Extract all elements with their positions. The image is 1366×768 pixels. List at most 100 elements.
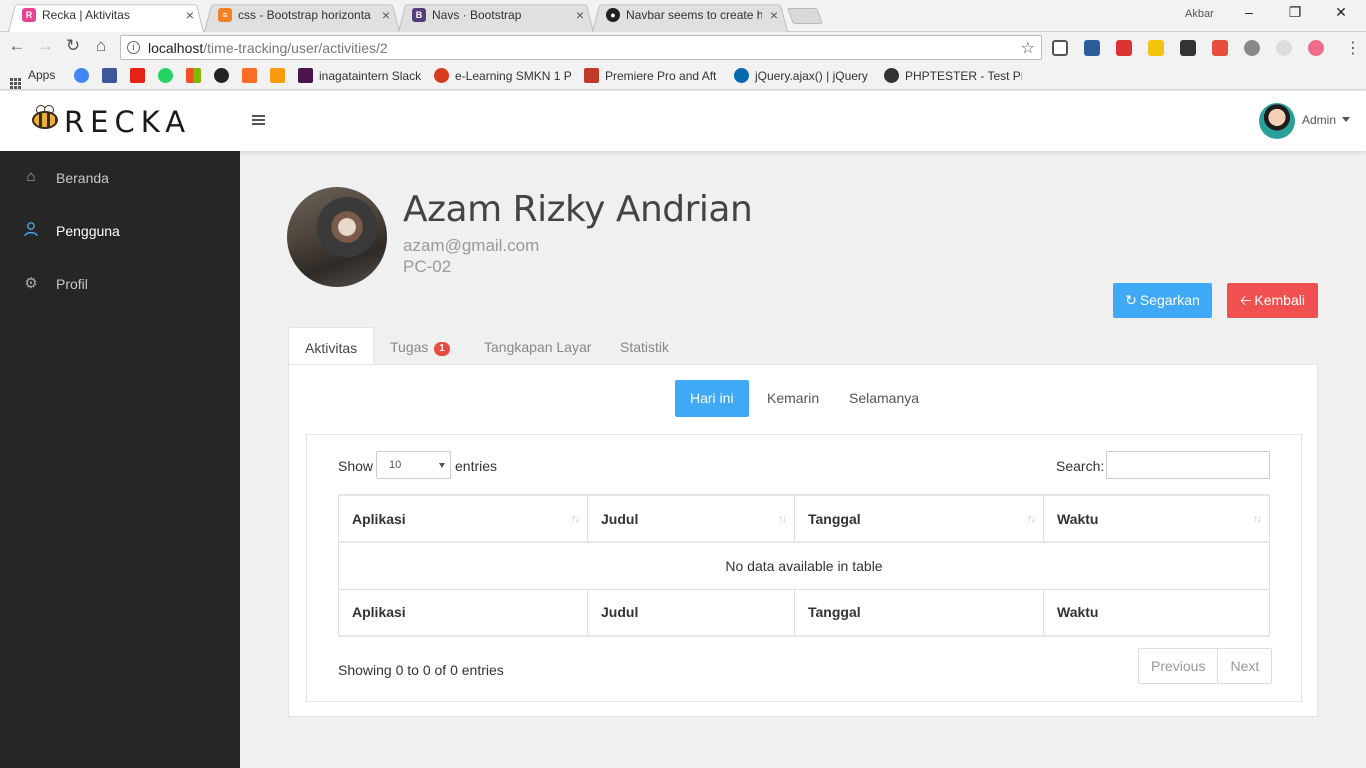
sidebar-item-beranda[interactable]: ⌂ Beranda [0, 151, 240, 204]
period-all-time[interactable]: Selamanya [834, 380, 934, 417]
back-button[interactable]: 🡠 Kembali [1227, 283, 1318, 318]
browser-menu-icon[interactable]: ⋮ [1345, 38, 1361, 58]
bookmark-google[interactable] [74, 68, 95, 83]
bookmark-premiere[interactable]: Premiere Pro and Aft [584, 68, 720, 83]
browser-tab-title: Navs · Bootstrap [432, 8, 522, 22]
browser-tab-github[interactable]: ● Navbar seems to create h × [592, 2, 788, 32]
user-menu-name[interactable]: Admin [1302, 113, 1336, 127]
search-label: Search: [1056, 458, 1105, 474]
browser-tab-stackoverflow[interactable]: ≡ css - Bootstrap horizonta × [204, 2, 400, 32]
extension-icon[interactable] [1212, 40, 1228, 56]
column-footer-judul: Judul [587, 588, 795, 637]
restore-icon[interactable]: ❐ [1272, 4, 1318, 21]
sidebar-item-pengguna[interactable]: Pengguna [0, 204, 240, 257]
site-info-icon[interactable]: i [127, 41, 140, 54]
profile-pc: PC-02 [403, 257, 452, 276]
reload-icon[interactable]: ↻ [62, 36, 84, 56]
chevron-down-icon [439, 463, 445, 468]
profile-photo [287, 187, 387, 287]
bookmark-facebook[interactable] [102, 68, 123, 83]
column-header-aplikasi[interactable]: Aplikasi ↑↓ [338, 494, 588, 543]
bookmark-youtube[interactable] [130, 68, 151, 83]
pocket-extension-icon[interactable] [1308, 40, 1324, 56]
whatsapp-icon [158, 68, 173, 83]
sidebar-item-profil[interactable]: ⚙ Profil [0, 257, 240, 310]
bookmark-whatsapp[interactable] [158, 68, 179, 83]
column-footer-waktu: Waktu [1043, 588, 1270, 637]
entries-select[interactable]: 10 [376, 451, 451, 479]
column-header-tanggal[interactable]: Tanggal ↑↓ [794, 494, 1044, 543]
close-tab-icon[interactable]: × [576, 2, 584, 28]
arrow-left-icon: 🡠 [1240, 292, 1252, 308]
tab-tangkapan-layar[interactable]: Tangkapan Layar [468, 327, 607, 365]
vue-devtools-extension-icon[interactable] [1148, 40, 1164, 56]
period-today[interactable]: Hari ini [675, 380, 749, 417]
browser-tab-title: Recka | Aktivitas [42, 8, 130, 22]
hamburger-menu-icon[interactable] [252, 115, 265, 127]
minimize-icon[interactable]: – [1226, 4, 1272, 20]
phpmyadmin-icon [270, 68, 285, 83]
back-arrow-icon[interactable]: ← [6, 36, 28, 56]
tab-statistik[interactable]: Statistik [604, 327, 685, 365]
browser-tab-recka[interactable]: R Recka | Aktivitas × [8, 2, 204, 32]
extension-icon[interactable] [1116, 40, 1132, 56]
stackoverflow-favicon-icon: ≡ [218, 8, 232, 22]
user-icon [22, 221, 40, 239]
premiere-icon [584, 68, 599, 83]
bookmark-apps[interactable]: Apps [10, 68, 55, 89]
bookmark-star-icon[interactable]: ☆ [1021, 38, 1035, 58]
jquery-icon [734, 68, 749, 83]
screenshot-extension-icon[interactable] [1084, 40, 1100, 56]
bookmark-jquery[interactable]: jQuery.ajax() | jQuery [734, 68, 870, 83]
download-extension-icon[interactable] [1052, 40, 1068, 56]
refresh-button[interactable]: ↻ Segarkan [1113, 283, 1212, 318]
youtube-icon [130, 68, 145, 83]
home-icon: ⌂ [26, 168, 36, 185]
extension-icon[interactable] [1180, 40, 1196, 56]
chevron-down-icon[interactable] [1342, 117, 1350, 122]
forward-arrow-icon[interactable]: → [34, 36, 56, 56]
bee-logo-icon [32, 111, 58, 129]
browser-profile-name[interactable]: Akbar [1185, 8, 1214, 20]
bookmark-github[interactable] [214, 68, 235, 83]
column-header-waktu[interactable]: Waktu ↑↓ [1043, 494, 1270, 543]
browser-toolbar: ← → ↻ ⌂ i localhost/time-tracking/user/a… [0, 32, 1366, 62]
tab-aktivitas[interactable]: Aktivitas [288, 327, 375, 365]
sidebar-item-label: Pengguna [56, 223, 120, 239]
elearning-icon [434, 68, 449, 83]
bookmark-phpmyadmin[interactable] [270, 68, 291, 83]
bookmark-elearning[interactable]: e-Learning SMKN 1 P [434, 68, 572, 83]
app-header: RECKA Admin [0, 91, 1366, 151]
sidebar: ⌂ Beranda Pengguna ⚙ Profil [0, 151, 240, 768]
page-title: Azam Rizky Andrian [403, 189, 753, 230]
extension-icon[interactable] [1244, 40, 1260, 56]
bootstrap-favicon-icon: B [412, 8, 426, 22]
bookmark-gitlab[interactable] [242, 68, 263, 83]
next-button[interactable]: Next [1217, 649, 1271, 683]
close-tab-icon[interactable]: × [770, 2, 778, 28]
main-content: Azam Rizky Andrian azam@gmail.com PC-02 … [240, 151, 1366, 768]
period-yesterday[interactable]: Kemarin [752, 380, 834, 417]
column-header-judul[interactable]: Judul ↑↓ [587, 494, 795, 543]
browser-tab-bootstrap[interactable]: B Navs · Bootstrap × [398, 2, 594, 32]
github-favicon-icon: ● [606, 8, 620, 22]
previous-button[interactable]: Previous [1139, 649, 1217, 683]
browser-tab-title: Navbar seems to create h [626, 8, 762, 22]
bookmarks-bar: Apps inagataintern Slack e-Learning SMKN… [0, 62, 1366, 90]
show-label: Show [338, 458, 374, 474]
close-window-icon[interactable]: ✕ [1318, 4, 1364, 21]
search-input[interactable] [1106, 451, 1270, 479]
home-icon[interactable]: ⌂ [90, 36, 112, 56]
brand-name: RECKA [64, 105, 192, 139]
bookmark-phptester[interactable]: PHPTESTER - Test PH [884, 68, 1022, 83]
bookmark-microsoft[interactable] [186, 68, 207, 83]
address-bar[interactable]: i localhost/time-tracking/user/activitie… [120, 35, 1042, 60]
tab-tugas[interactable]: Tugas 1 [374, 327, 466, 365]
bookmark-slack[interactable]: inagataintern Slack [298, 68, 426, 83]
close-tab-icon[interactable]: × [382, 2, 390, 28]
avatar[interactable] [1259, 103, 1295, 139]
gear-icon: ⚙ [24, 275, 38, 292]
new-tab-button[interactable] [787, 8, 823, 24]
extension-icon[interactable] [1276, 40, 1292, 56]
close-tab-icon[interactable]: × [186, 2, 194, 28]
